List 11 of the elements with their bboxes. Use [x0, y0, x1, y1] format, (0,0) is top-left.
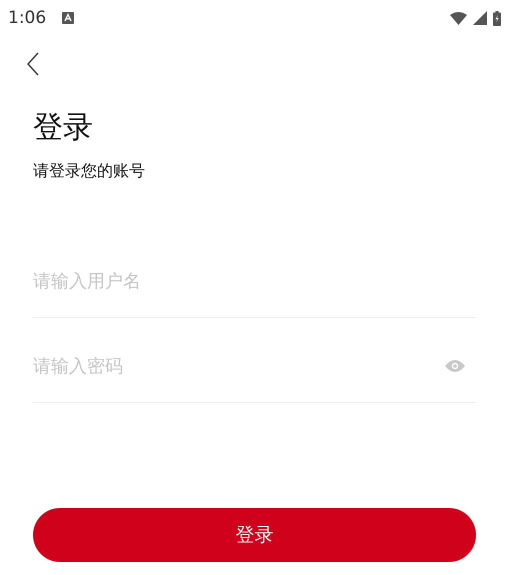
notification-icon [62, 12, 74, 24]
subtitle: 请登录您的账号 [33, 160, 146, 182]
signal-icon [473, 11, 487, 25]
status-time: 1:06 [8, 8, 46, 28]
page-title: 登录 [33, 109, 94, 147]
login-button[interactable]: 登录 [33, 508, 476, 562]
back-button[interactable] [26, 52, 40, 78]
password-field[interactable]: 请输入密码 [33, 356, 445, 376]
wifi-icon [450, 12, 467, 24]
battery-icon [493, 10, 501, 26]
username-field[interactable]: 请输入用户名 [33, 270, 476, 292]
